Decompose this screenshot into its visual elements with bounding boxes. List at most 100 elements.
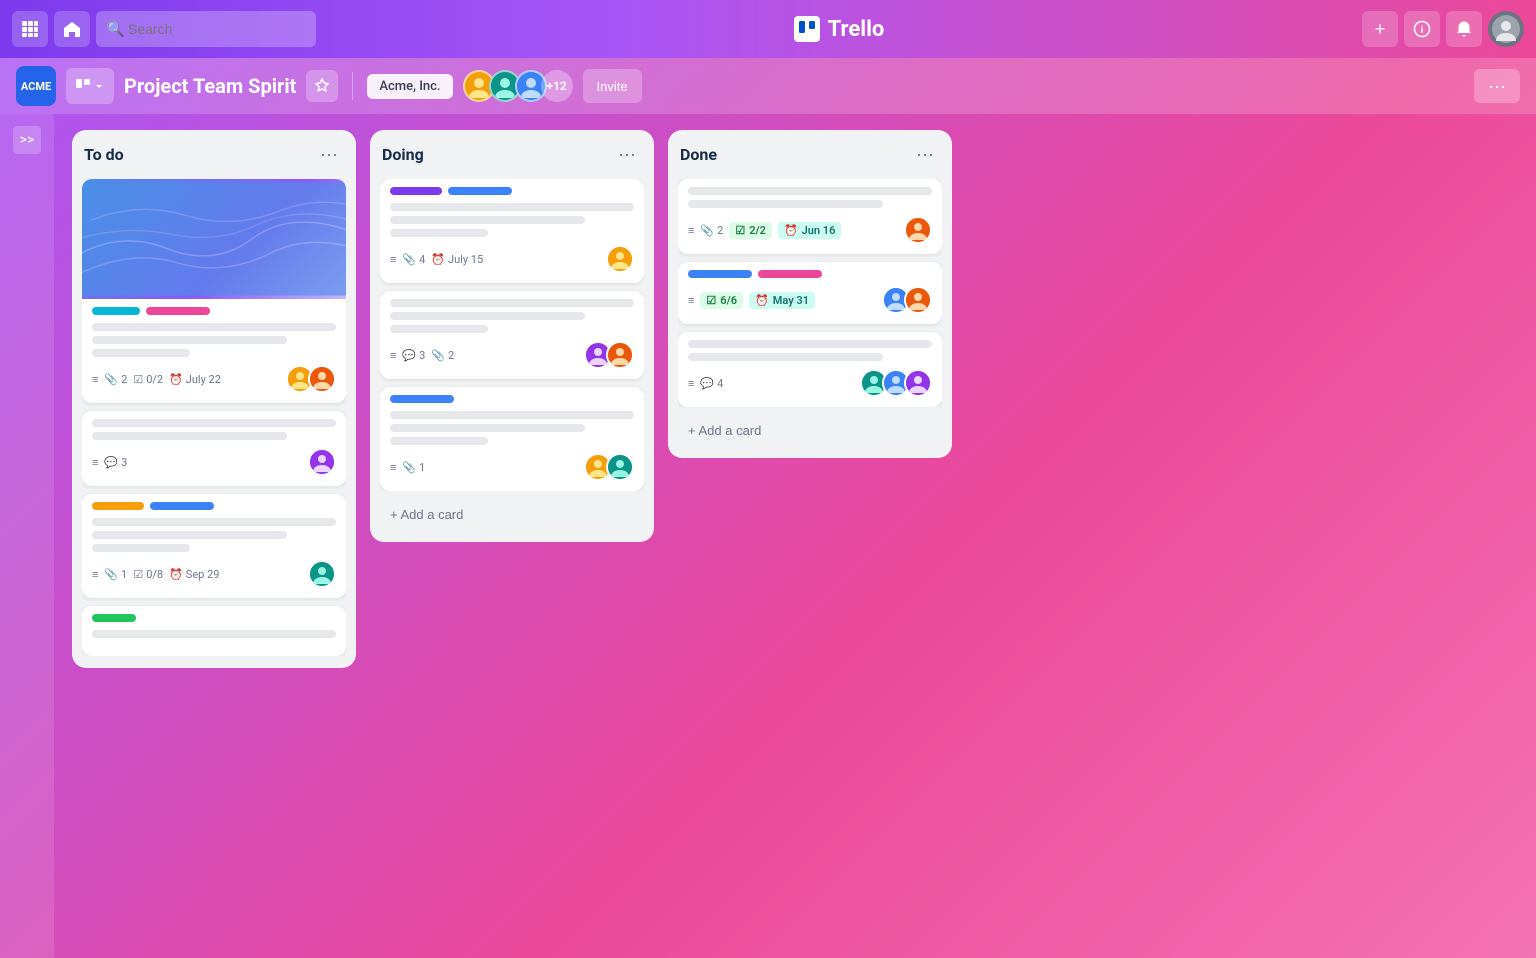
trello-logo-icon bbox=[794, 16, 820, 42]
notifications-button[interactable] bbox=[1446, 11, 1482, 47]
apps-icon-button[interactable] bbox=[12, 11, 48, 47]
card-line bbox=[390, 203, 634, 211]
card-todo-4[interactable] bbox=[82, 606, 346, 656]
meta-attach: 📎1 bbox=[104, 568, 127, 581]
badge-checklist: ☑2/2 bbox=[729, 222, 772, 239]
card-meta-8: ≡ 📎2 ☑2/2 ⏰Jun 16 bbox=[688, 222, 896, 239]
list-cards-done: ≡ 📎2 ☑2/2 ⏰Jun 16 bbox=[678, 179, 942, 407]
card-avatar bbox=[308, 560, 336, 588]
card-lines-7 bbox=[390, 411, 634, 445]
card-done-2[interactable]: ≡ ☑6/6 ⏰May 31 bbox=[678, 262, 942, 324]
card-avatar bbox=[308, 365, 336, 393]
card-todo-2[interactable]: ≡ 💬3 bbox=[82, 411, 346, 486]
card-line bbox=[92, 323, 336, 331]
separator bbox=[352, 72, 353, 100]
card-done-3[interactable]: ≡ 💬4 bbox=[678, 332, 942, 407]
invite-button[interactable]: Invite bbox=[583, 69, 642, 103]
meta-desc: ≡ bbox=[390, 253, 396, 266]
sidebar-expand-button[interactable]: >> bbox=[13, 126, 41, 154]
tag-yellow-3 bbox=[92, 502, 144, 510]
card-avatars-7 bbox=[584, 453, 634, 481]
search-input[interactable] bbox=[96, 11, 316, 47]
meta-due: ⏰July 22 bbox=[169, 373, 221, 386]
card-lines-1 bbox=[92, 323, 336, 357]
meta-checklist: ☑0/8 bbox=[133, 568, 163, 581]
tag-purple-5 bbox=[390, 187, 442, 195]
card-footer-5: ≡ 📎4 ⏰July 15 bbox=[390, 245, 634, 273]
add-button[interactable]: + bbox=[1362, 11, 1398, 47]
card-line bbox=[688, 353, 883, 361]
meta-comments: 💬3 bbox=[402, 349, 425, 362]
card-lines-10 bbox=[688, 340, 932, 361]
card-content-6: ≡ 💬3 📎2 bbox=[380, 291, 644, 379]
meta-desc: ≡ bbox=[92, 373, 98, 386]
board-view-button[interactable]: ⊞ bbox=[66, 68, 114, 104]
card-doing-1[interactable]: ≡ 📎4 ⏰July 15 bbox=[380, 179, 644, 283]
meta-due: ⏰Sep 29 bbox=[169, 568, 219, 581]
meta-due: ⏰July 15 bbox=[431, 253, 483, 266]
card-meta-3: ≡ 📎1 ☑0/8 ⏰Sep 29 bbox=[92, 568, 300, 581]
meta-comments: 💬3 bbox=[104, 456, 127, 469]
card-done-1[interactable]: ≡ 📎2 ☑2/2 ⏰Jun 16 bbox=[678, 179, 942, 254]
card-line bbox=[92, 419, 336, 427]
card-lines-6 bbox=[390, 299, 634, 333]
card-line bbox=[390, 216, 585, 224]
add-card-done[interactable]: + Add a card bbox=[678, 415, 942, 446]
meta-desc: ≡ bbox=[390, 461, 396, 474]
card-avatars-8 bbox=[904, 216, 932, 244]
sidebar: >> bbox=[0, 114, 54, 958]
more-button[interactable]: ··· bbox=[1474, 69, 1520, 103]
member-count[interactable]: +12 bbox=[541, 70, 573, 102]
card-footer-6: ≡ 💬3 📎2 bbox=[390, 341, 634, 369]
card-doing-2[interactable]: ≡ 💬3 📎2 bbox=[380, 291, 644, 379]
meta-desc: ≡ bbox=[92, 456, 98, 469]
list-menu-doing[interactable]: ··· bbox=[612, 142, 642, 167]
card-avatars-6 bbox=[584, 341, 634, 369]
star-button[interactable] bbox=[306, 70, 338, 102]
list-doing: Doing ··· bbox=[370, 130, 654, 542]
card-todo-3[interactable]: ≡ 📎1 ☑0/8 ⏰Sep 29 bbox=[82, 494, 346, 598]
list-title-todo: To do bbox=[84, 145, 124, 164]
card-line bbox=[688, 187, 932, 195]
card-line bbox=[390, 411, 634, 419]
card-footer-1: ≡ 📎2 ☑0/2 ⏰July 22 bbox=[92, 365, 336, 393]
card-todo-1[interactable]: ≡ 📎2 ☑0/2 ⏰July 22 bbox=[82, 179, 346, 403]
meta-comments: 💬4 bbox=[700, 377, 723, 390]
card-footer-3: ≡ 📎1 ☑0/8 ⏰Sep 29 bbox=[92, 560, 336, 588]
card-lines-4 bbox=[92, 630, 336, 638]
user-avatar[interactable] bbox=[1488, 11, 1524, 47]
list-title-done: Done bbox=[680, 145, 717, 164]
card-meta-9: ≡ ☑6/6 ⏰May 31 bbox=[688, 292, 874, 309]
card-cover-1 bbox=[82, 179, 346, 299]
home-icon-button[interactable] bbox=[54, 11, 90, 47]
card-lines-5 bbox=[390, 203, 634, 237]
list-menu-done[interactable]: ··· bbox=[910, 142, 940, 167]
card-meta-6: ≡ 💬3 📎2 bbox=[390, 349, 576, 362]
card-footer-10: ≡ 💬4 bbox=[688, 369, 932, 397]
card-footer-8: ≡ 📎2 ☑2/2 ⏰Jun 16 bbox=[688, 216, 932, 244]
meta-desc: ≡ bbox=[92, 568, 98, 581]
card-doing-3[interactable]: ≡ 📎1 bbox=[380, 387, 644, 491]
card-content-10: ≡ 💬4 bbox=[678, 332, 942, 407]
workspace-chip[interactable]: Acme, Inc. bbox=[367, 74, 452, 99]
card-avatar bbox=[606, 453, 634, 481]
card-meta-10: ≡ 💬4 bbox=[688, 377, 852, 390]
card-avatars-3 bbox=[308, 560, 336, 588]
list-cards-doing: ≡ 📎4 ⏰July 15 bbox=[380, 179, 644, 491]
meta-desc: ≡ bbox=[390, 349, 396, 362]
meta-checklist: ☑0/2 bbox=[133, 373, 163, 386]
info-button[interactable]: i bbox=[1404, 11, 1440, 47]
meta-attach: 📎2 bbox=[104, 373, 127, 386]
meta-desc: ≡ bbox=[688, 377, 694, 390]
list-menu-todo[interactable]: ··· bbox=[314, 142, 344, 167]
list-title-doing: Doing bbox=[382, 145, 424, 164]
list-header-doing: Doing ··· bbox=[380, 142, 644, 171]
list-header-done: Done ··· bbox=[678, 142, 942, 171]
tag-pink-9 bbox=[758, 270, 822, 278]
card-avatar bbox=[904, 369, 932, 397]
card-line bbox=[92, 544, 190, 552]
card-avatar bbox=[904, 286, 932, 314]
card-meta-7: ≡ 📎1 bbox=[390, 461, 576, 474]
add-card-doing[interactable]: + Add a card bbox=[380, 499, 644, 530]
card-content-9: ≡ ☑6/6 ⏰May 31 bbox=[678, 262, 942, 324]
